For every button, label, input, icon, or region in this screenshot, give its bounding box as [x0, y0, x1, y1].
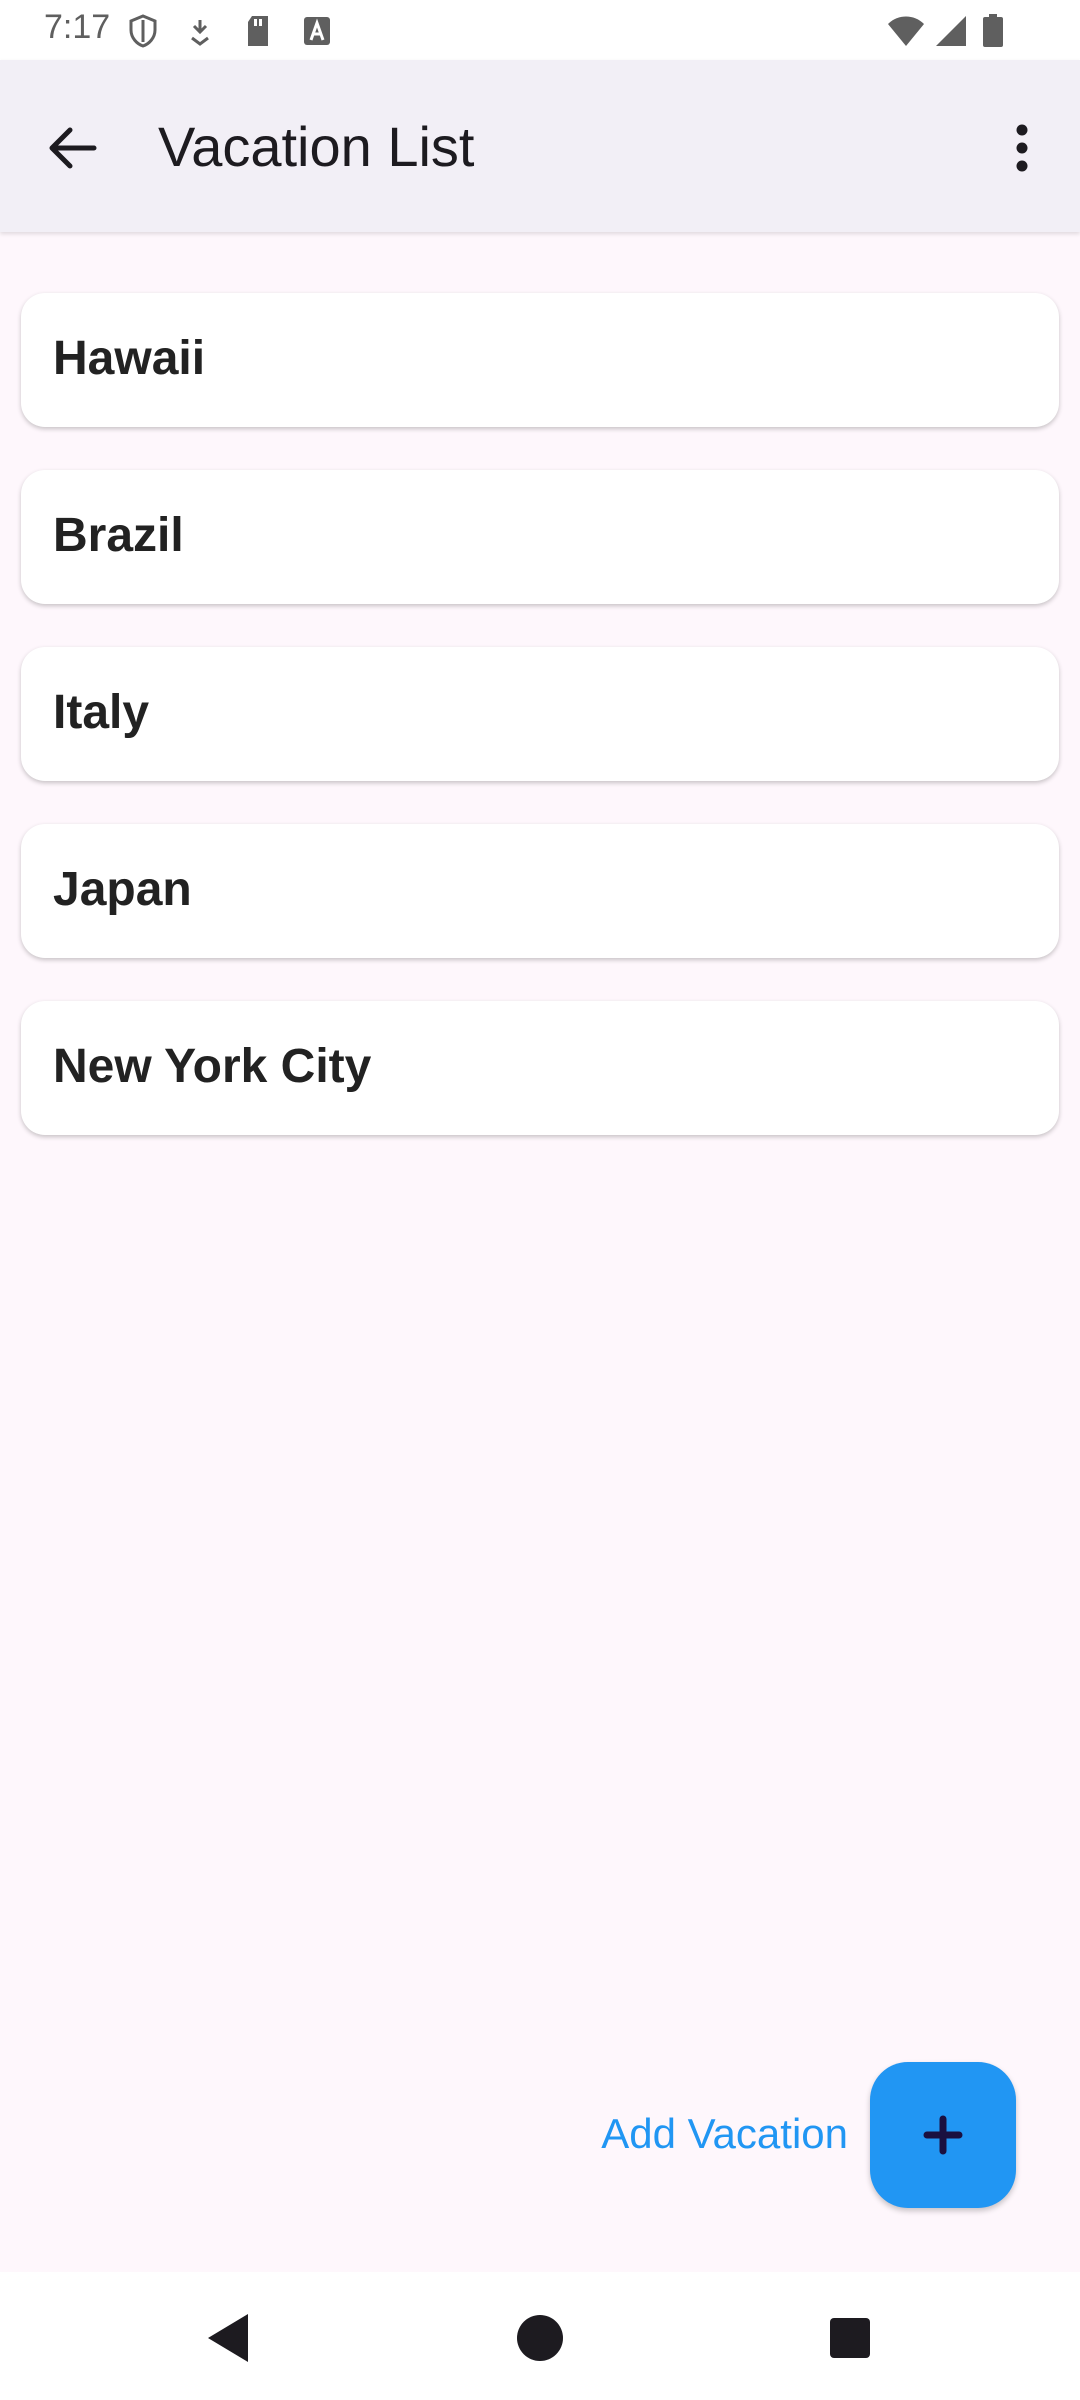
- wifi-icon: [886, 14, 926, 53]
- page-title: Vacation List: [158, 115, 475, 178]
- status-bar: 7:17: [0, 0, 1080, 60]
- nav-back-button[interactable]: [190, 2298, 270, 2378]
- back-button[interactable]: [36, 112, 108, 184]
- sd-card-icon: [244, 14, 272, 53]
- font-a-icon: [302, 14, 332, 53]
- vacation-label: Japan: [53, 863, 192, 916]
- vacation-list: Hawaii Brazil Italy Japan New York City: [21, 293, 1059, 1178]
- nav-home-button[interactable]: [500, 2298, 580, 2378]
- vacation-label: Italy: [53, 686, 150, 739]
- shield-icon: [128, 14, 158, 53]
- app-bar: Vacation List: [0, 60, 1080, 232]
- nav-recents-icon: [830, 2318, 870, 2358]
- vacation-card-new-york-city[interactable]: New York City: [21, 1001, 1059, 1135]
- vacation-label: New York City: [53, 1040, 372, 1093]
- nav-home-icon: [517, 2315, 563, 2361]
- nav-back-icon: [208, 2314, 248, 2362]
- download-icon: [186, 14, 214, 53]
- vacation-label: Brazil: [53, 509, 184, 562]
- system-nav-bar: [0, 2272, 1080, 2400]
- status-time: 7:17: [44, 8, 111, 46]
- signal-icon: [934, 14, 968, 53]
- vacation-card-italy[interactable]: Italy: [21, 647, 1059, 781]
- vacation-card-japan[interactable]: Japan: [21, 824, 1059, 958]
- more-vert-icon: [1016, 124, 1028, 172]
- overflow-menu-button[interactable]: [994, 112, 1050, 184]
- arrow-back-icon: [49, 127, 97, 169]
- vacation-card-hawaii[interactable]: Hawaii: [21, 293, 1059, 427]
- add-vacation-label[interactable]: Add Vacation: [601, 2110, 848, 2158]
- vacation-label: Hawaii: [53, 332, 206, 385]
- nav-recents-button[interactable]: [810, 2298, 890, 2378]
- plus-icon: [923, 2115, 963, 2155]
- add-vacation-button[interactable]: [870, 2062, 1016, 2208]
- vacation-card-brazil[interactable]: Brazil: [21, 470, 1059, 604]
- battery-icon: [982, 14, 1004, 53]
